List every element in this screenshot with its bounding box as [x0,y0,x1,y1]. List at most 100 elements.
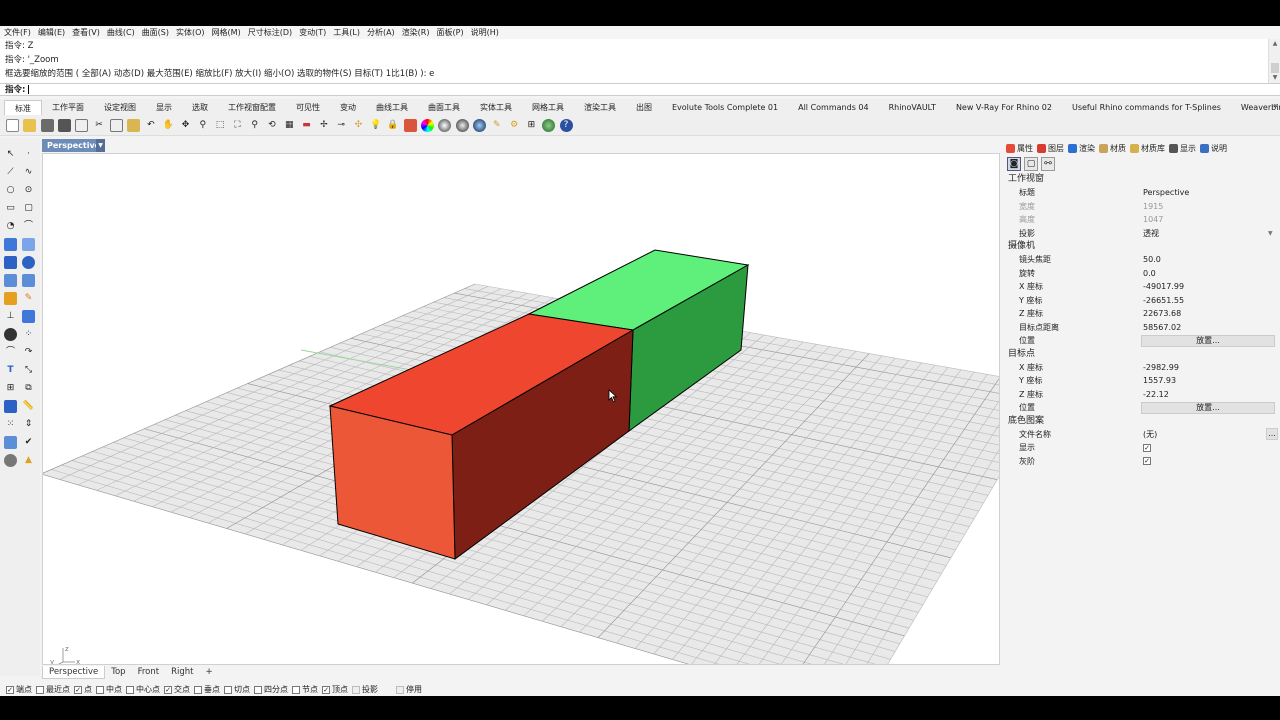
prop-value[interactable]: 1557.93 [1141,376,1280,385]
place-camera-button[interactable]: 放置... [1141,334,1275,347]
scroll-up-icon[interactable]: ▲ [1269,39,1280,49]
boolean-icon[interactable] [4,292,17,305]
zoom-icon[interactable]: ⚲ [196,119,209,132]
menu-view[interactable]: 查看(V) [72,27,100,38]
tab-set-view[interactable]: 设定视图 [94,100,146,115]
history-scrollbar[interactable]: ▲ ▼ [1268,39,1280,84]
menu-dimension[interactable]: 尺寸标注(D) [248,27,292,38]
copy-icon[interactable] [109,119,123,132]
four-viewports-icon[interactable]: ▦ [283,119,296,132]
print-icon[interactable] [57,119,71,132]
checkmark-icon[interactable]: ✔ [22,436,35,449]
annotate-icon[interactable] [22,310,35,323]
prop-value[interactable]: -26651.55 [1141,296,1280,305]
arc-icon[interactable]: ◔ [4,220,17,233]
shaded-icon[interactable] [438,119,452,132]
tab-all-commands[interactable]: All Commands 04 [788,100,878,115]
tab-visibility[interactable]: 可见性 [286,100,330,115]
circle-icon[interactable]: ○ [4,184,17,197]
grid-points-icon[interactable]: ⁙ [4,418,17,431]
copy-object-icon[interactable]: ⊸ [335,119,348,132]
menu-analyze[interactable]: 分析(A) [367,27,395,38]
scale-icon[interactable]: ⤡ [22,364,35,377]
rendered-icon[interactable] [455,119,469,132]
tab-standard[interactable]: 标准 [4,100,42,115]
prop-value[interactable]: 0.0 [1141,269,1280,278]
rectangle-icon[interactable]: ▭ [4,202,17,215]
light-icon[interactable]: 💡 [369,119,382,132]
explode-icon[interactable]: ⁘ [22,328,35,341]
checkbox[interactable] [352,685,360,694]
checkbox[interactable] [126,685,134,694]
pencil-icon[interactable]: ✎ [22,292,35,305]
osnap-end[interactable]: ✓ 端点 [6,684,32,695]
checkbox[interactable] [194,685,202,694]
lock-icon[interactable]: 🔒 [387,119,400,132]
osnap-vertex[interactable]: ✓ 顶点 [322,684,348,695]
osnap-tangent[interactable]: 切点 [224,684,250,695]
undo-view-icon[interactable]: ⟲ [265,119,278,132]
osnap-mid[interactable]: 中点 [96,684,122,695]
checkbox[interactable]: ✓ [164,685,172,694]
tab-surface-tools[interactable]: 曲面工具 [418,100,470,115]
scroll-down-icon[interactable]: ▼ [1269,73,1280,83]
tab-cplane[interactable]: 工作平面 [42,100,94,115]
checkbox[interactable] [396,685,404,694]
layer-icon[interactable] [403,119,417,132]
select-icon[interactable]: ↖ [4,148,17,161]
extrude-icon[interactable] [4,274,17,287]
trim-icon[interactable]: ⌒ [4,346,17,359]
menu-surface[interactable]: 曲面(S) [142,27,169,38]
paste-icon[interactable] [127,119,141,132]
scroll-thumb[interactable] [1271,63,1279,73]
menu-edit[interactable]: 编辑(E) [38,27,65,38]
point-icon[interactable]: · [22,148,35,161]
globe-icon[interactable] [542,119,556,132]
osnap-disable[interactable]: 停用 [396,684,422,695]
add-viewport-icon[interactable]: + [199,666,218,679]
prop-projection[interactable]: 投影 透视 ▼ [1003,227,1280,241]
osnap-perp[interactable]: 垂点 [194,684,220,695]
curve-icon[interactable]: ∿ [22,166,35,179]
viewport-tab-top[interactable]: Top [105,666,131,679]
menu-panels[interactable]: 面板(P) [437,27,464,38]
tab-curve-tools[interactable]: 曲线工具 [366,100,418,115]
check-objects-icon[interactable] [4,436,17,449]
tab-evolute[interactable]: Evolute Tools Complete 01 [662,100,788,115]
panel-tab-properties[interactable]: 属性 [1006,143,1033,154]
fillet-curve-icon[interactable]: ⌒ [22,220,35,233]
checkbox[interactable] [224,685,232,694]
save-icon[interactable] [40,119,54,132]
distance-icon[interactable]: ⇕ [22,418,35,431]
render-icon[interactable] [473,119,487,132]
checkbox[interactable]: ✓ [322,685,330,694]
undo-icon[interactable]: ↶ [144,119,157,132]
objects-icon[interactable]: ⚯ [1041,157,1055,171]
menu-help[interactable]: 说明(H) [471,27,499,38]
checkbox[interactable] [292,685,300,694]
ruler-icon[interactable]: 📏 [22,400,35,413]
ellipse-icon[interactable]: ⊙ [22,184,35,197]
move-icon[interactable]: ✢ [317,119,330,132]
polyline-icon[interactable]: ⟋ [4,166,17,179]
chevron-down-icon[interactable]: ▼ [1268,230,1278,237]
options-icon[interactable]: ✎ [490,119,503,132]
prop-value[interactable]: -22.12 [1141,390,1280,399]
panel-tab-render[interactable]: 渲染 [1068,143,1095,154]
osnap-near[interactable]: 最近点 [36,684,70,695]
osnap-point[interactable]: ✓ 点 [74,684,92,695]
grayscale-checkbox[interactable]: ✓ [1143,457,1151,466]
osnap-quad[interactable]: 四分点 [254,684,288,695]
solid-edit-icon[interactable] [4,400,17,413]
join-icon[interactable] [4,328,17,341]
prop-value[interactable]: 58567.02 [1141,323,1280,332]
viewport-tab-front[interactable]: Front [132,666,166,679]
viewport-tab-perspective[interactable]: Perspective [42,666,106,679]
tab-display[interactable]: 显示 [146,100,182,115]
checkbox[interactable] [96,685,104,694]
tab-vray[interactable]: New V-Ray For Rhino 02 [946,100,1062,115]
dimension-icon[interactable]: ⊥ [4,310,17,323]
browse-button[interactable]: ... [1266,428,1278,441]
osnap-knot[interactable]: 节点 [292,684,318,695]
camera-icon[interactable]: ◙ [1007,157,1021,171]
